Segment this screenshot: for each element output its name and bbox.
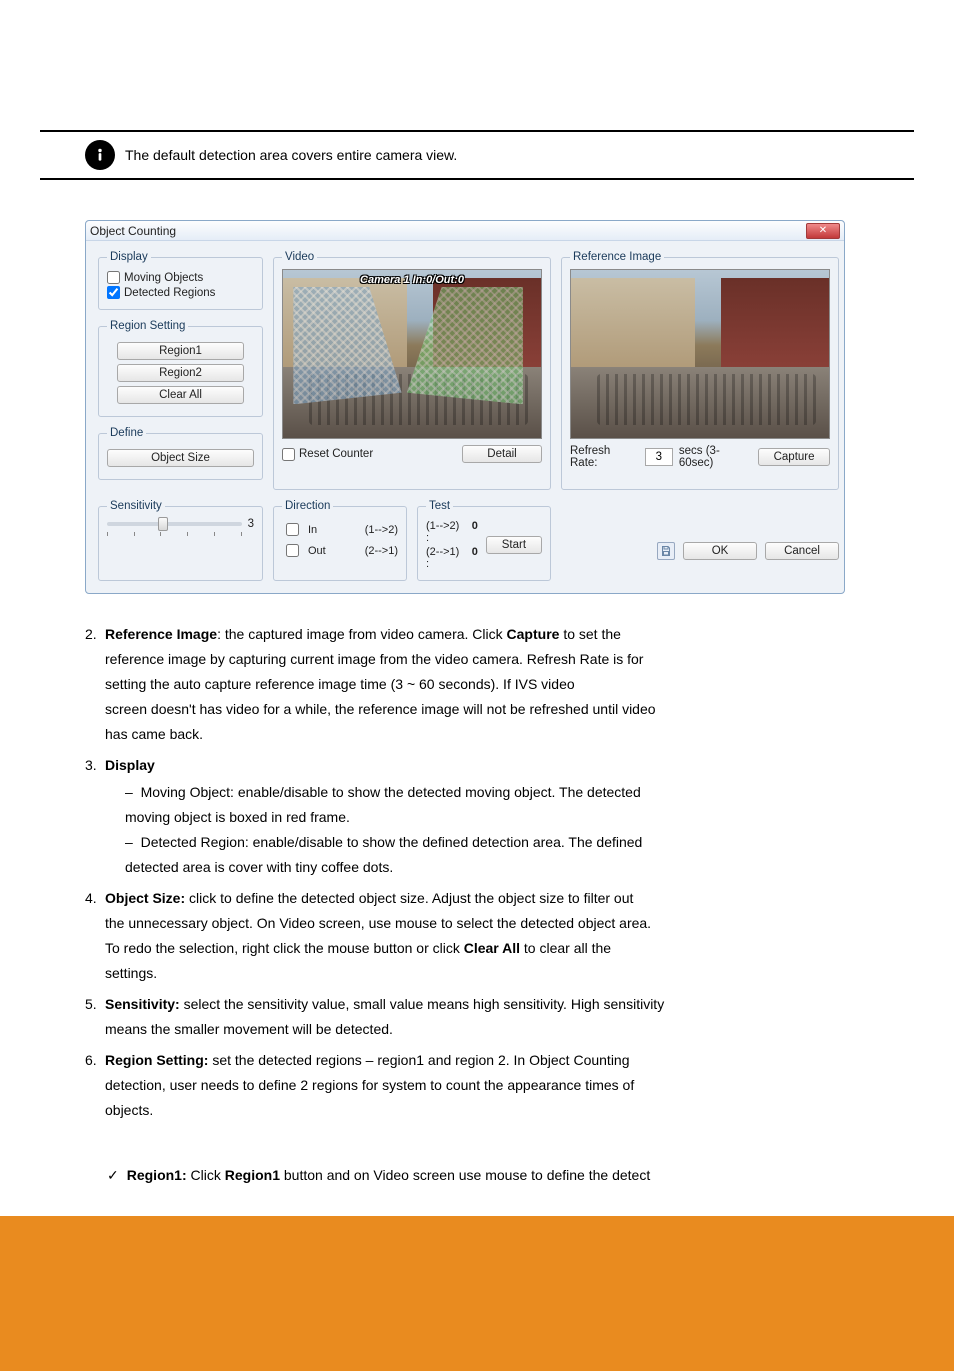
test-row1-value: 0 bbox=[472, 520, 478, 544]
video-preview: 2 1 Camera 1 In:0/Out:0 bbox=[282, 269, 542, 439]
region1-heading: Region1: bbox=[127, 1167, 187, 1183]
ref-image-heading: Reference Image bbox=[105, 626, 217, 642]
test-row2-label: (2-->1) : bbox=[426, 546, 464, 570]
list-num-5: 5. bbox=[85, 994, 99, 1044]
refresh-rate-units: secs (3-60sec) bbox=[679, 445, 752, 469]
clear-all-button[interactable]: Clear All bbox=[117, 386, 244, 404]
list-num-6: 6. bbox=[85, 1050, 99, 1125]
object-counting-dialog: Object Counting ✕ Display Moving Objects… bbox=[85, 220, 845, 594]
direction-in-dir: (1-->2) bbox=[365, 524, 398, 536]
detected-regions-checkbox[interactable] bbox=[107, 286, 120, 299]
sensitivity-group: Sensitivity 3 bbox=[98, 500, 263, 581]
sensitivity-legend: Sensitivity bbox=[107, 500, 165, 512]
test-legend: Test bbox=[426, 500, 453, 512]
reset-counter-checkbox[interactable] bbox=[282, 448, 295, 461]
test-row2-value: 0 bbox=[472, 546, 478, 570]
ok-button[interactable]: OK bbox=[683, 542, 757, 560]
test-group: Test (1-->2) : 0 (2-->1) : 0 Start bbox=[417, 500, 551, 581]
page-footer bbox=[0, 1216, 954, 1371]
reference-image-group: Reference Image Refresh Rate: secs (3-60… bbox=[561, 251, 839, 490]
detail-button[interactable]: Detail bbox=[462, 445, 542, 463]
reference-preview bbox=[570, 269, 830, 439]
slider-thumb[interactable] bbox=[158, 517, 168, 531]
sensitivity-value: 3 bbox=[248, 518, 254, 530]
doc-body: 2. Reference Image: the captured image f… bbox=[85, 624, 914, 1186]
direction-out-label: Out bbox=[308, 545, 326, 557]
region2-button[interactable]: Region2 bbox=[117, 364, 244, 382]
display-group: Display Moving Objects Detected Regions bbox=[98, 251, 263, 310]
list-num-3: 3. bbox=[85, 755, 99, 882]
region1-button[interactable]: Region1 bbox=[117, 342, 244, 360]
direction-in-label: In bbox=[308, 524, 317, 536]
region-setting-legend: Region Setting bbox=[107, 320, 188, 332]
object-size-heading: Object Size: bbox=[105, 890, 185, 906]
define-group: Define Object Size bbox=[98, 427, 263, 480]
region-setting-heading: Region Setting: bbox=[105, 1052, 208, 1068]
reset-counter-label: Reset Counter bbox=[299, 448, 373, 460]
close-icon[interactable]: ✕ bbox=[806, 223, 840, 239]
info-icon bbox=[85, 140, 115, 170]
test-row1-label: (1-->2) : bbox=[426, 520, 464, 544]
refresh-rate-input[interactable] bbox=[645, 448, 673, 466]
video-legend: Video bbox=[282, 251, 317, 263]
direction-legend: Direction bbox=[282, 500, 333, 512]
display-legend: Display bbox=[107, 251, 151, 263]
sensitivity-heading: Sensitivity: bbox=[105, 996, 180, 1012]
camera-overlay-text: Camera 1 In:0/Out:0 bbox=[360, 274, 464, 286]
direction-out-checkbox[interactable] bbox=[286, 544, 299, 557]
region-setting-group: Region Setting Region1 Region2 Clear All bbox=[98, 320, 263, 417]
checkmark-icon: ✓ bbox=[107, 1165, 119, 1186]
save-icon[interactable] bbox=[657, 542, 675, 560]
direction-in-checkbox[interactable] bbox=[286, 523, 299, 536]
video-group: Video 2 1 Camera 1 In:0/Out:0 Re bbox=[273, 251, 551, 490]
sensitivity-slider[interactable] bbox=[107, 522, 242, 526]
capture-button[interactable]: Capture bbox=[758, 448, 830, 466]
define-legend: Define bbox=[107, 427, 146, 439]
refresh-rate-label: Refresh Rate: bbox=[570, 445, 639, 469]
moving-objects-label: Moving Objects bbox=[124, 272, 203, 284]
note-text: The default detection area covers entire… bbox=[125, 147, 457, 163]
list-num-2: 2. bbox=[85, 624, 99, 749]
detected-regions-label: Detected Regions bbox=[124, 287, 215, 299]
list-num-4: 4. bbox=[85, 888, 99, 988]
dialog-title: Object Counting bbox=[90, 224, 806, 238]
object-size-button[interactable]: Object Size bbox=[107, 449, 254, 467]
moving-objects-checkbox[interactable] bbox=[107, 271, 120, 284]
cancel-button[interactable]: Cancel bbox=[765, 542, 839, 560]
display-heading: Display bbox=[105, 757, 155, 773]
direction-group: Direction In (1-->2) Out (2-->1) bbox=[273, 500, 407, 581]
reference-legend: Reference Image bbox=[570, 251, 664, 263]
direction-out-dir: (2-->1) bbox=[365, 545, 398, 557]
start-button[interactable]: Start bbox=[486, 536, 542, 554]
